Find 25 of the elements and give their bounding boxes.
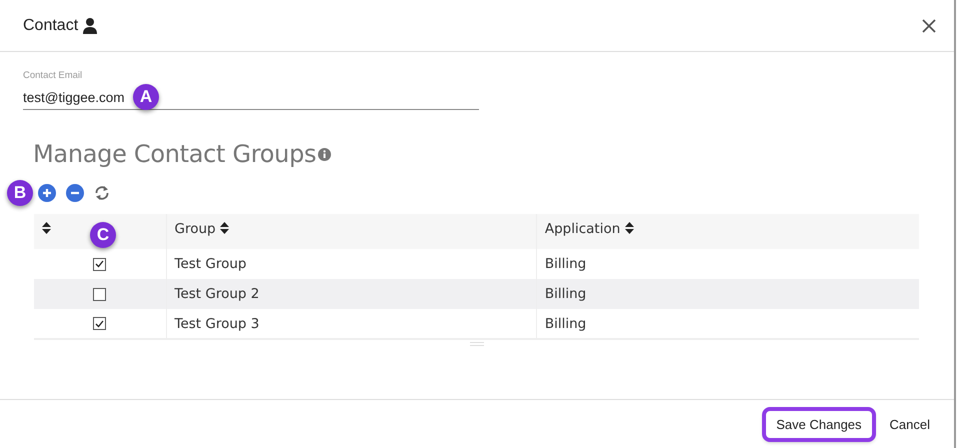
sort-icon[interactable] — [42, 222, 51, 234]
person-icon — [83, 18, 98, 34]
add-button[interactable] — [38, 184, 56, 202]
info-icon[interactable] — [318, 148, 332, 160]
checkbox[interactable] — [93, 317, 106, 330]
checkbox[interactable] — [93, 258, 106, 271]
resize-handle-icon[interactable] — [470, 342, 484, 346]
callout-badge: B — [7, 180, 33, 206]
save-button[interactable]: Save Changes — [764, 408, 874, 440]
checkbox[interactable] — [93, 288, 106, 301]
table-cell: Test Group 3 — [166, 309, 536, 339]
remove-button[interactable] — [66, 184, 84, 202]
callout-badge: A — [133, 84, 159, 110]
refresh-button[interactable] — [94, 184, 110, 202]
sort-icon[interactable] — [624, 222, 634, 234]
table-cell: Billing — [536, 279, 919, 309]
sort-icon[interactable] — [220, 222, 229, 234]
section-heading: Manage Contact Groups — [33, 140, 316, 168]
close-button[interactable] — [922, 18, 936, 32]
table-cell: Test Group 2 — [166, 279, 536, 309]
field-label: Contact Email — [23, 70, 84, 81]
column-header[interactable]: Group — [174, 221, 216, 237]
dialog-title: Contact — [23, 16, 78, 34]
table-cell: Billing — [536, 309, 919, 339]
column-header[interactable]: Application — [544, 221, 620, 237]
